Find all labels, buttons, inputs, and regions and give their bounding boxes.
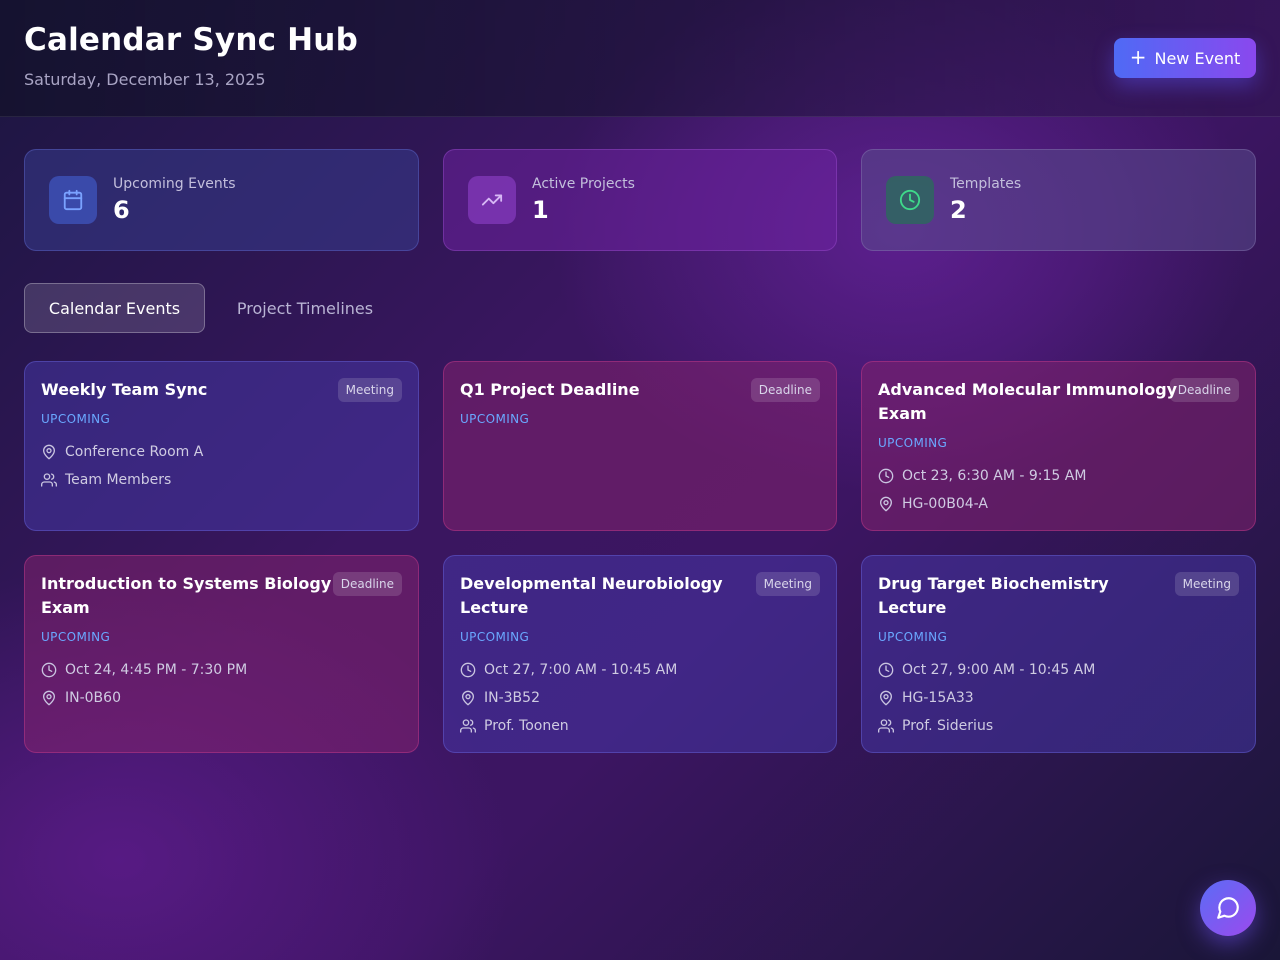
event-title: Advanced Molecular Immunology Exam: [878, 380, 1178, 423]
event-card[interactable]: Advanced Molecular Immunology Exam Deadl…: [861, 361, 1256, 531]
event-location-text: IN-3B52: [484, 690, 540, 706]
event-status: UPCOMING: [878, 630, 948, 644]
stat-value: 2: [950, 196, 967, 224]
chat-button[interactable]: [1200, 880, 1256, 936]
event-time: Oct 27, 7:00 AM - 10:45 AM: [460, 660, 677, 680]
page-title: Calendar Sync Hub: [24, 22, 358, 58]
event-title: Developmental Neurobiology Lecture: [460, 574, 723, 617]
event-location: HG-15A33: [878, 688, 974, 708]
message-circle-icon: [1217, 897, 1239, 919]
event-time: Oct 23, 6:30 AM - 9:15 AM: [878, 466, 1086, 486]
stat-label: Templates: [950, 176, 1022, 192]
event-location: IN-3B52: [460, 688, 540, 708]
event-location-text: IN-0B60: [65, 690, 121, 706]
clock-icon: [878, 468, 894, 484]
map-pin-icon: [880, 496, 892, 512]
event-location: IN-0B60: [41, 688, 121, 708]
map-pin-icon: [43, 444, 55, 460]
event-status: UPCOMING: [878, 436, 948, 450]
app-header: Calendar Sync Hub Saturday, December 13,…: [0, 0, 1280, 117]
tab-calendar-events[interactable]: Calendar Events: [24, 283, 205, 333]
users-icon: [878, 719, 894, 733]
event-type-badge: Deadline: [750, 378, 820, 402]
stat-value: 1: [532, 196, 549, 224]
clock-icon: [41, 662, 57, 678]
event-status: UPCOMING: [460, 412, 530, 426]
event-location-text: Conference Room A: [65, 444, 204, 460]
stat-value: 6: [113, 196, 130, 224]
event-status: UPCOMING: [41, 412, 111, 426]
clock-icon: [878, 662, 894, 678]
event-attendees: Prof. Siderius: [878, 716, 993, 736]
event-attendees-text: Team Members: [65, 472, 172, 488]
users-icon: [41, 473, 57, 487]
event-attendees: Prof. Toonen: [460, 716, 569, 736]
event-time-text: Oct 23, 6:30 AM - 9:15 AM: [902, 468, 1087, 484]
event-card[interactable]: Drug Target Biochemistry Lecture Meeting…: [861, 555, 1256, 753]
event-time-text: Oct 24, 4:45 PM - 7:30 PM: [65, 662, 248, 678]
event-time: Oct 27, 9:00 AM - 10:45 AM: [878, 660, 1095, 680]
map-pin-icon: [43, 690, 55, 706]
event-attendees-text: Prof. Siderius: [902, 718, 994, 734]
stat-card-upcoming-events: Upcoming Events 6: [24, 149, 419, 251]
event-card[interactable]: Weekly Team Sync Meeting UPCOMING Confer…: [24, 361, 419, 531]
event-location-text: HG-00B04-A: [902, 496, 988, 512]
new-event-label: New Event: [1154, 48, 1241, 68]
event-type-badge: Meeting: [337, 378, 402, 402]
trending-up-icon: [468, 176, 516, 224]
current-date: Saturday, December 13, 2025: [24, 70, 266, 89]
event-type-badge: Deadline: [1169, 378, 1239, 402]
map-pin-icon: [462, 690, 474, 706]
event-type-badge: Meeting: [755, 572, 820, 596]
new-event-button[interactable]: + New Event: [1114, 38, 1256, 78]
plus-icon: +: [1129, 45, 1147, 69]
clock-icon: [460, 662, 476, 678]
event-type-badge: Meeting: [1174, 572, 1239, 596]
event-location: Conference Room A: [41, 442, 203, 462]
stat-label: Active Projects: [532, 176, 635, 192]
event-title: Weekly Team Sync: [41, 380, 208, 399]
calendar-icon: [49, 176, 97, 224]
event-status: UPCOMING: [460, 630, 530, 644]
event-status: UPCOMING: [41, 630, 111, 644]
event-time: Oct 24, 4:45 PM - 7:30 PM: [41, 660, 247, 680]
event-title: Drug Target Biochemistry Lecture: [878, 574, 1109, 617]
stat-card-active-projects: Active Projects 1: [443, 149, 837, 251]
clock-icon: [886, 176, 934, 224]
event-location: HG-00B04-A: [878, 494, 988, 514]
event-card[interactable]: Introduction to Systems Biology Exam Dea…: [24, 555, 419, 753]
event-time-text: Oct 27, 9:00 AM - 10:45 AM: [902, 662, 1096, 678]
stat-label: Upcoming Events: [113, 176, 236, 192]
event-location-text: HG-15A33: [902, 690, 974, 706]
map-pin-icon: [880, 690, 892, 706]
users-icon: [460, 719, 476, 733]
event-card[interactable]: Q1 Project Deadline Deadline UPCOMING: [443, 361, 837, 531]
event-time-text: Oct 27, 7:00 AM - 10:45 AM: [484, 662, 678, 678]
event-card[interactable]: Developmental Neurobiology Lecture Meeti…: [443, 555, 837, 753]
event-attendees: Team Members: [41, 470, 171, 490]
event-attendees-text: Prof. Toonen: [484, 718, 569, 734]
event-title: Introduction to Systems Biology Exam: [41, 574, 332, 617]
event-title: Q1 Project Deadline: [460, 380, 640, 399]
event-type-badge: Deadline: [332, 572, 402, 596]
stat-card-templates: Templates 2: [861, 149, 1256, 251]
tab-project-timelines[interactable]: Project Timelines: [213, 283, 397, 333]
